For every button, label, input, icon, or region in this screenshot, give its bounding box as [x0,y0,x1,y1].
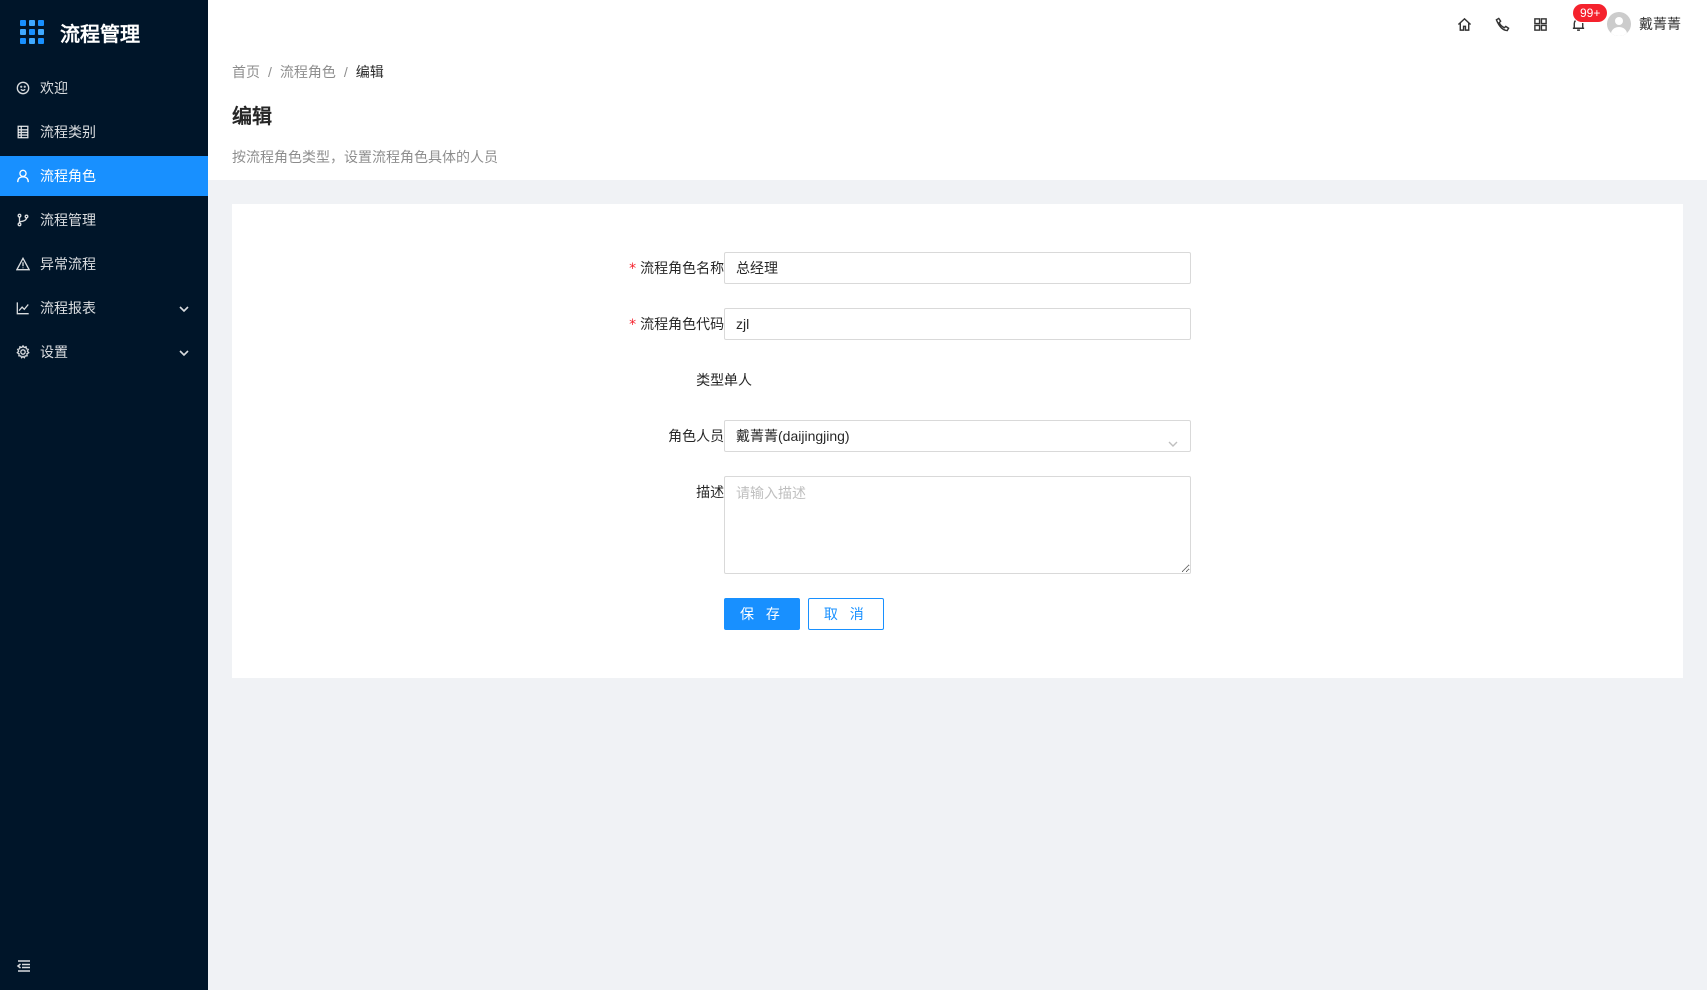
role-code-label: * 流程角色代码: [629,316,728,333]
breadcrumb-home[interactable]: 首页 [232,62,260,82]
breadcrumb-current: 编辑 [355,64,384,80]
notification-badge: 99+ [1573,4,1608,22]
form-row-members: 角色人员: 戴菁菁(daijingjing) [232,420,1683,452]
phone-icon[interactable] [1483,0,1521,48]
form-row-description: 描述: [232,476,1683,574]
sidebar-item-label: 欢迎 [40,80,68,96]
page-title: 编辑 [232,106,272,128]
breadcrumb: 首页 / 流程角色 / 编辑 [232,62,1683,82]
page-header: 首页 / 流程角色 / 编辑 编辑 按流程角色类型，设置流程角色具体的人员 [208,48,1707,180]
sidebar-item-label: 流程报表 [40,300,96,316]
page-description: 按流程角色类型，设置流程角色具体的人员 [232,149,498,165]
chevron-down-icon [178,346,190,358]
sidebar-item-process-report[interactable]: 流程报表 [0,288,208,328]
user-icon [16,169,30,183]
sidebar: 流程管理 欢迎 流程类别 流程角色 流程管理 异常流程 流程报表 设置 [0,0,208,990]
form-actions: 保 存 取 消 [724,598,884,630]
role-code-input[interactable] [724,308,1191,340]
bell-icon[interactable]: 99+ [1559,0,1608,48]
cancel-button[interactable]: 取 消 [807,598,884,630]
breadcrumb-separator: / [268,64,272,80]
required-mark: * [629,317,637,333]
form-row-code: * 流程角色代码: [232,308,1683,340]
user-name: 戴菁菁 [1639,16,1681,32]
sidebar-item-process-management[interactable]: 流程管理 [0,200,208,240]
appstore-icon[interactable] [1521,0,1559,48]
role-name-input[interactable] [724,252,1191,284]
sidebar-menu: 欢迎 流程类别 流程角色 流程管理 异常流程 流程报表 设置 [0,68,208,372]
app-title: 流程管理 [60,23,140,46]
type-value: 单人 [724,372,752,388]
description-textarea[interactable] [724,476,1191,574]
edit-form: *流程角色名称: *流程角色代码: 类型: 单人 角色人员: 戴菁菁(daiji… [232,252,1683,598]
smile-icon [16,81,30,95]
line-chart-icon [16,301,30,315]
sidebar-item-welcome[interactable]: 欢迎 [0,68,208,108]
branch-icon [16,213,30,227]
menu-fold-icon[interactable] [16,958,32,974]
breadcrumb-separator: / [343,64,348,80]
sidebar-item-process-role[interactable]: 流程角色 [0,156,208,196]
home-icon[interactable] [1445,0,1483,48]
chevron-down-icon [1167,430,1179,447]
user-menu[interactable]: 戴菁菁 [1607,12,1681,36]
save-button[interactable]: 保 存 [724,598,800,630]
role-name-label: * 流程角色名称: [629,260,728,277]
sidebar-item-process-category[interactable]: 流程类别 [0,112,208,152]
sidebar-item-settings[interactable]: 设置 [0,332,208,372]
top-header: 99+ 戴菁菁 [208,0,1707,48]
required-mark: * [629,261,637,277]
table-icon [16,125,30,139]
form-card: *流程角色名称: *流程角色代码: 类型: 单人 角色人员: 戴菁菁(daiji… [232,204,1683,678]
members-label: 角色人员: [668,428,728,444]
sidebar-item-abnormal-process[interactable]: 异常流程 [0,244,208,284]
sidebar-item-label: 流程管理 [40,212,96,228]
warning-icon [16,257,30,271]
sidebar-item-label: 设置 [40,344,68,360]
form-row-type: 类型: 单人 [232,364,1683,396]
members-select[interactable]: 戴菁菁(daijingjing) [724,420,1191,452]
app-grid-icon [20,20,44,44]
sidebar-item-label: 流程类别 [40,124,96,140]
sidebar-item-label: 流程角色 [40,168,96,184]
logo[interactable]: 流程管理 [0,0,208,64]
members-selected-value: 戴菁菁(daijingjing) [736,428,850,444]
breadcrumb-process-role[interactable]: 流程角色 [280,62,336,82]
sidebar-item-label: 异常流程 [40,256,96,272]
chevron-down-icon [178,302,190,314]
avatar [1607,12,1631,36]
form-row-name: * 流程角色名称: [232,252,1683,284]
setting-icon [16,345,30,359]
